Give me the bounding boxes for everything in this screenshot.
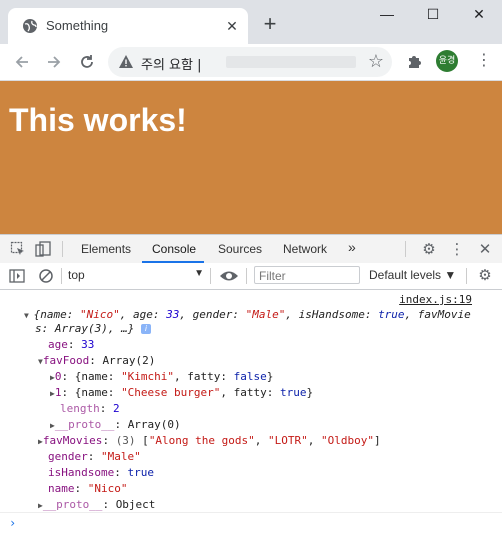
security-status: 주의 요함 | — [141, 58, 202, 73]
console-output: index.js:19 ▼ {name: "Nico", age: 33, ge… — [0, 290, 502, 560]
prop-favmovies[interactable]: ▶favMovies: (3) ["Along the gods", "LOTR… — [38, 434, 381, 447]
expand-triangle-icon[interactable]: ▼ — [24, 311, 34, 320]
page-heading: This works! — [9, 102, 187, 138]
inspect-element-icon[interactable] — [10, 241, 26, 257]
toolbar-divider — [62, 241, 63, 257]
address-separator: | — [197, 58, 202, 73]
maximize-button[interactable]: ☐ — [418, 6, 448, 26]
source-link[interactable]: index.js:19 — [399, 293, 472, 306]
minimize-button[interactable]: — — [372, 6, 402, 26]
tab-elements[interactable]: Elements — [81, 242, 131, 256]
log-levels-dropdown[interactable]: Default levels ▼ — [369, 268, 456, 282]
close-window-button[interactable]: ✕ — [464, 6, 494, 26]
prop-ishandsome: isHandsome: true — [48, 466, 154, 479]
toolbar-divider — [466, 268, 467, 284]
devtools-menu-icon[interactable]: ⋮ — [448, 240, 466, 258]
tab-strip: Something ✕ + — ☐ ✕ — [0, 0, 502, 44]
globe-icon — [23, 19, 37, 33]
toolbar-divider — [61, 268, 62, 284]
settings-gear-icon[interactable]: ⚙ — [420, 240, 438, 258]
browser-menu-icon[interactable]: ⋮ — [474, 50, 494, 72]
object-proto[interactable]: ▶__proto__: Object — [38, 498, 155, 511]
tab-close-icon[interactable]: ✕ — [222, 16, 242, 36]
tab-title: Something — [46, 18, 109, 33]
tab-network[interactable]: Network — [283, 242, 327, 256]
console-toolbar: top ▼ Filter Default levels ▼ ⚙ — [0, 263, 502, 290]
toolbar-divider — [405, 241, 406, 257]
filter-input[interactable]: Filter — [254, 266, 360, 284]
object-summary-continued: s: Array(3), …} i — [35, 322, 151, 335]
prop-favfood[interactable]: ▼favFood: Array(2) — [38, 354, 155, 367]
extensions-puzzle-icon[interactable] — [406, 52, 424, 70]
favfood-length: length: 2 — [60, 402, 120, 415]
live-expression-eye-icon[interactable] — [219, 268, 239, 284]
favfood-item-1[interactable]: ▶1: {name: "Cheese burger", fatty: true} — [50, 386, 313, 399]
favfood-item-0[interactable]: ▶0: {name: "Kimchi", fatty: false} — [50, 370, 273, 383]
clear-console-icon[interactable] — [38, 268, 54, 284]
tab-console[interactable]: Console — [152, 242, 196, 256]
prop-gender: gender: "Male" — [48, 450, 141, 463]
toolbar-divider — [246, 268, 247, 284]
page-content: This works! — [0, 81, 502, 234]
context-selector[interactable]: top ▼ — [68, 268, 204, 284]
reload-icon[interactable] — [75, 50, 99, 74]
console-prompt[interactable]: › — [9, 516, 16, 530]
sidebar-toggle-icon[interactable] — [9, 268, 25, 284]
toolbar-divider — [210, 268, 211, 284]
warning-icon — [119, 55, 133, 68]
forward-arrow-icon[interactable] — [42, 50, 66, 74]
prop-name: name: "Nico" — [48, 482, 128, 495]
device-toolbar-icon[interactable] — [35, 241, 51, 257]
prop-age: age: 33 — [48, 338, 95, 351]
address-bar[interactable]: 주의 요함 | ☆ — [108, 47, 392, 77]
url-text — [226, 56, 356, 68]
info-badge-icon[interactable]: i — [140, 324, 151, 334]
new-tab-button[interactable]: + — [259, 13, 281, 36]
tab-sources[interactable]: Sources — [218, 242, 262, 256]
favfood-proto[interactable]: ▶__proto__: Array(0) — [50, 418, 181, 431]
browser-toolbar: 주의 요함 | ☆ — [0, 44, 502, 81]
browser-tab[interactable]: Something ✕ — [8, 8, 248, 44]
close-devtools-icon[interactable]: ✕ — [476, 240, 494, 258]
devtools-tab-bar: Elements Console Sources Network » ⚙ ⋮ ✕ — [0, 234, 502, 264]
console-settings-gear-icon[interactable]: ⚙ — [476, 266, 494, 284]
dropdown-arrow-icon: ▼ — [194, 268, 204, 279]
object-summary[interactable]: ▼ {name: "Nico", age: 33, gender: "Male"… — [24, 308, 471, 321]
back-arrow-icon[interactable] — [10, 50, 34, 74]
star-icon[interactable]: ☆ — [368, 51, 384, 72]
profile-avatar[interactable]: 윤경 — [436, 50, 458, 72]
prompt-divider — [0, 512, 502, 513]
more-tabs-icon[interactable]: » — [348, 239, 356, 255]
